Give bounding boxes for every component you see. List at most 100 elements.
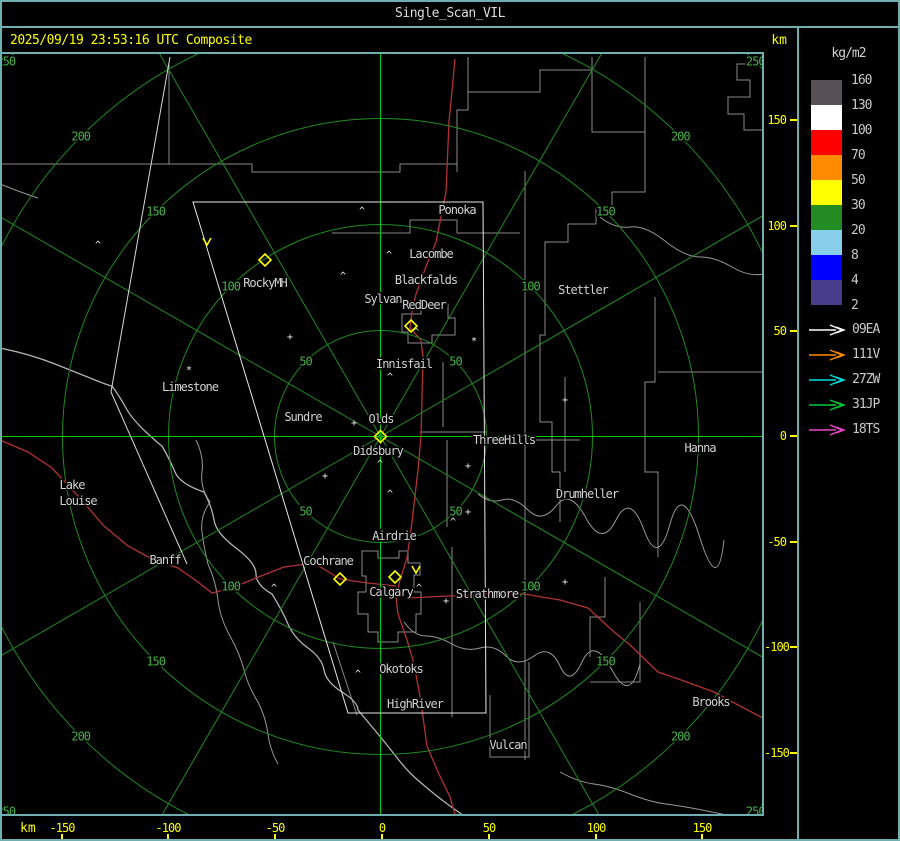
map-boundary-path <box>599 216 762 276</box>
map-boundary-path <box>727 63 762 131</box>
radar-legend-row: 111V <box>799 347 898 363</box>
x-tick-label: 150 <box>692 821 713 835</box>
city-label: Blackfalds <box>395 273 458 287</box>
town-symbol: ^ <box>95 240 101 251</box>
x-tick-label: 0 <box>378 821 386 835</box>
city-label: Strathmore <box>456 587 519 601</box>
town-symbol: + <box>562 395 568 406</box>
town-symbol: ^ <box>387 372 393 383</box>
city-label: Stettler <box>558 283 609 297</box>
y-tick-label: 150 <box>767 113 787 127</box>
vil-scale-swatch <box>811 205 842 230</box>
city-label: Lacombe <box>409 247 453 261</box>
vil-scale-value: 8 <box>851 248 859 263</box>
y-tick <box>790 435 797 437</box>
map-boundary-path <box>644 297 762 557</box>
ring-distance-label: 100 <box>221 280 240 294</box>
y-tick-label: 100 <box>767 219 787 233</box>
radar-legend-row: 27ZW <box>799 372 898 388</box>
map-boundary-path <box>539 132 646 522</box>
ring-distance-label: 150 <box>146 205 165 219</box>
radar-coverage-edge <box>110 391 188 565</box>
radar-id-label: 18TS <box>852 422 880 437</box>
town-symbol: ^ <box>271 583 277 594</box>
ring-distance-label: 150 <box>596 205 615 219</box>
city-label: ThreeHills <box>473 433 536 447</box>
x-tick <box>274 834 276 839</box>
city-label: Ponoka <box>438 203 476 217</box>
radar-legend-row: 09EA <box>799 322 898 338</box>
ring-distance-label: 250 <box>746 804 762 814</box>
ring-distance-label: 250 <box>746 55 762 69</box>
radar-legend-row: 31JP <box>799 397 898 413</box>
storm-vector-arrow <box>411 565 421 575</box>
city-label: Hanna <box>684 441 716 455</box>
map-boundary-path <box>2 184 39 199</box>
x-tick <box>488 834 490 839</box>
town-symbol: + <box>465 507 471 518</box>
vil-scale-swatch <box>811 130 842 155</box>
ring-distance-label: 250 <box>2 804 16 814</box>
city-label: Sundre <box>284 410 322 424</box>
radar-arrow-icon <box>809 349 846 361</box>
radar-arrow-icon <box>809 374 846 386</box>
ring-distance-label: 150 <box>596 654 615 668</box>
y-axis: 150 100 50 0 -50 -100 -150 <box>764 54 797 814</box>
vil-scale-value: 130 <box>851 98 872 113</box>
y-axis-unit-label: km <box>771 33 787 48</box>
map-boundary-path <box>332 219 520 234</box>
town-symbol: ^ <box>359 206 365 217</box>
x-tick-label: 50 <box>482 821 496 835</box>
town-symbol: ^ <box>416 583 422 594</box>
vil-scale-swatch <box>811 255 842 280</box>
town-symbol: + <box>465 461 471 472</box>
radar-arrow-icon <box>809 399 846 411</box>
radar-map[interactable]: 50 5050 50100 100100 100150 150150 150200 20020… <box>2 54 762 814</box>
x-axis: km -150 -100 -50 0 50 100 150 <box>2 816 797 839</box>
y-tick-label: 0 <box>779 429 787 443</box>
ring-distance-label: 50 <box>449 355 462 369</box>
city-label: Calgary <box>369 585 413 599</box>
vil-scale-value: 20 <box>851 223 866 238</box>
y-tick <box>790 225 797 227</box>
ring-distance-label: 50 <box>299 355 312 369</box>
town-symbol: + <box>562 577 568 588</box>
radar-id-label: 09EA <box>852 322 880 337</box>
vil-scale-value: 70 <box>851 148 866 163</box>
town-symbol: ^ <box>387 489 393 500</box>
vil-scale-value: 50 <box>851 173 866 188</box>
storm-vector-arrow <box>202 237 212 247</box>
radar-arrow-icon <box>809 424 846 436</box>
ring-distance-label: 250 <box>2 55 16 69</box>
x-tick <box>701 834 703 839</box>
town-symbol: + <box>443 596 449 607</box>
city-label: RedDeer <box>402 298 446 312</box>
town-symbol: ^ <box>386 250 392 261</box>
y-tick-label: 50 <box>773 324 787 338</box>
x-tick <box>381 834 383 839</box>
town-symbol: ^ <box>340 271 346 282</box>
legend-panel: kg/m2 160 130 100 70 50 30 20 8 4 2 09EA 111V 27ZW 31… <box>797 28 898 839</box>
town-symbol: ^ <box>355 669 361 680</box>
x-tick <box>595 834 597 839</box>
radar-coverage-edge <box>110 56 171 393</box>
city-label: Brooks <box>692 695 730 709</box>
map-boundary-path <box>195 439 279 765</box>
map-boundary-path <box>451 547 530 758</box>
city-label: Drumheller <box>556 487 619 501</box>
radar-id-label: 27ZW <box>852 372 880 387</box>
town-symbol: ^ <box>377 459 383 470</box>
window-title: Single_Scan_VIL <box>395 6 505 21</box>
vil-scale-value: 4 <box>851 273 859 288</box>
ring-distance-label: 200 <box>71 130 90 144</box>
city-label: Sylvan <box>364 292 402 306</box>
radial-line <box>380 54 602 437</box>
ring-distance-label: 150 <box>146 654 165 668</box>
map-boundary-path <box>2 440 397 594</box>
city-label: Olds <box>369 412 395 426</box>
city-label: Didsbury <box>353 444 404 458</box>
city-label: HighRiver <box>387 697 444 711</box>
title-bar: Single_Scan_VIL <box>2 2 898 28</box>
x-tick <box>61 834 63 839</box>
town-symbol: + <box>287 332 293 343</box>
